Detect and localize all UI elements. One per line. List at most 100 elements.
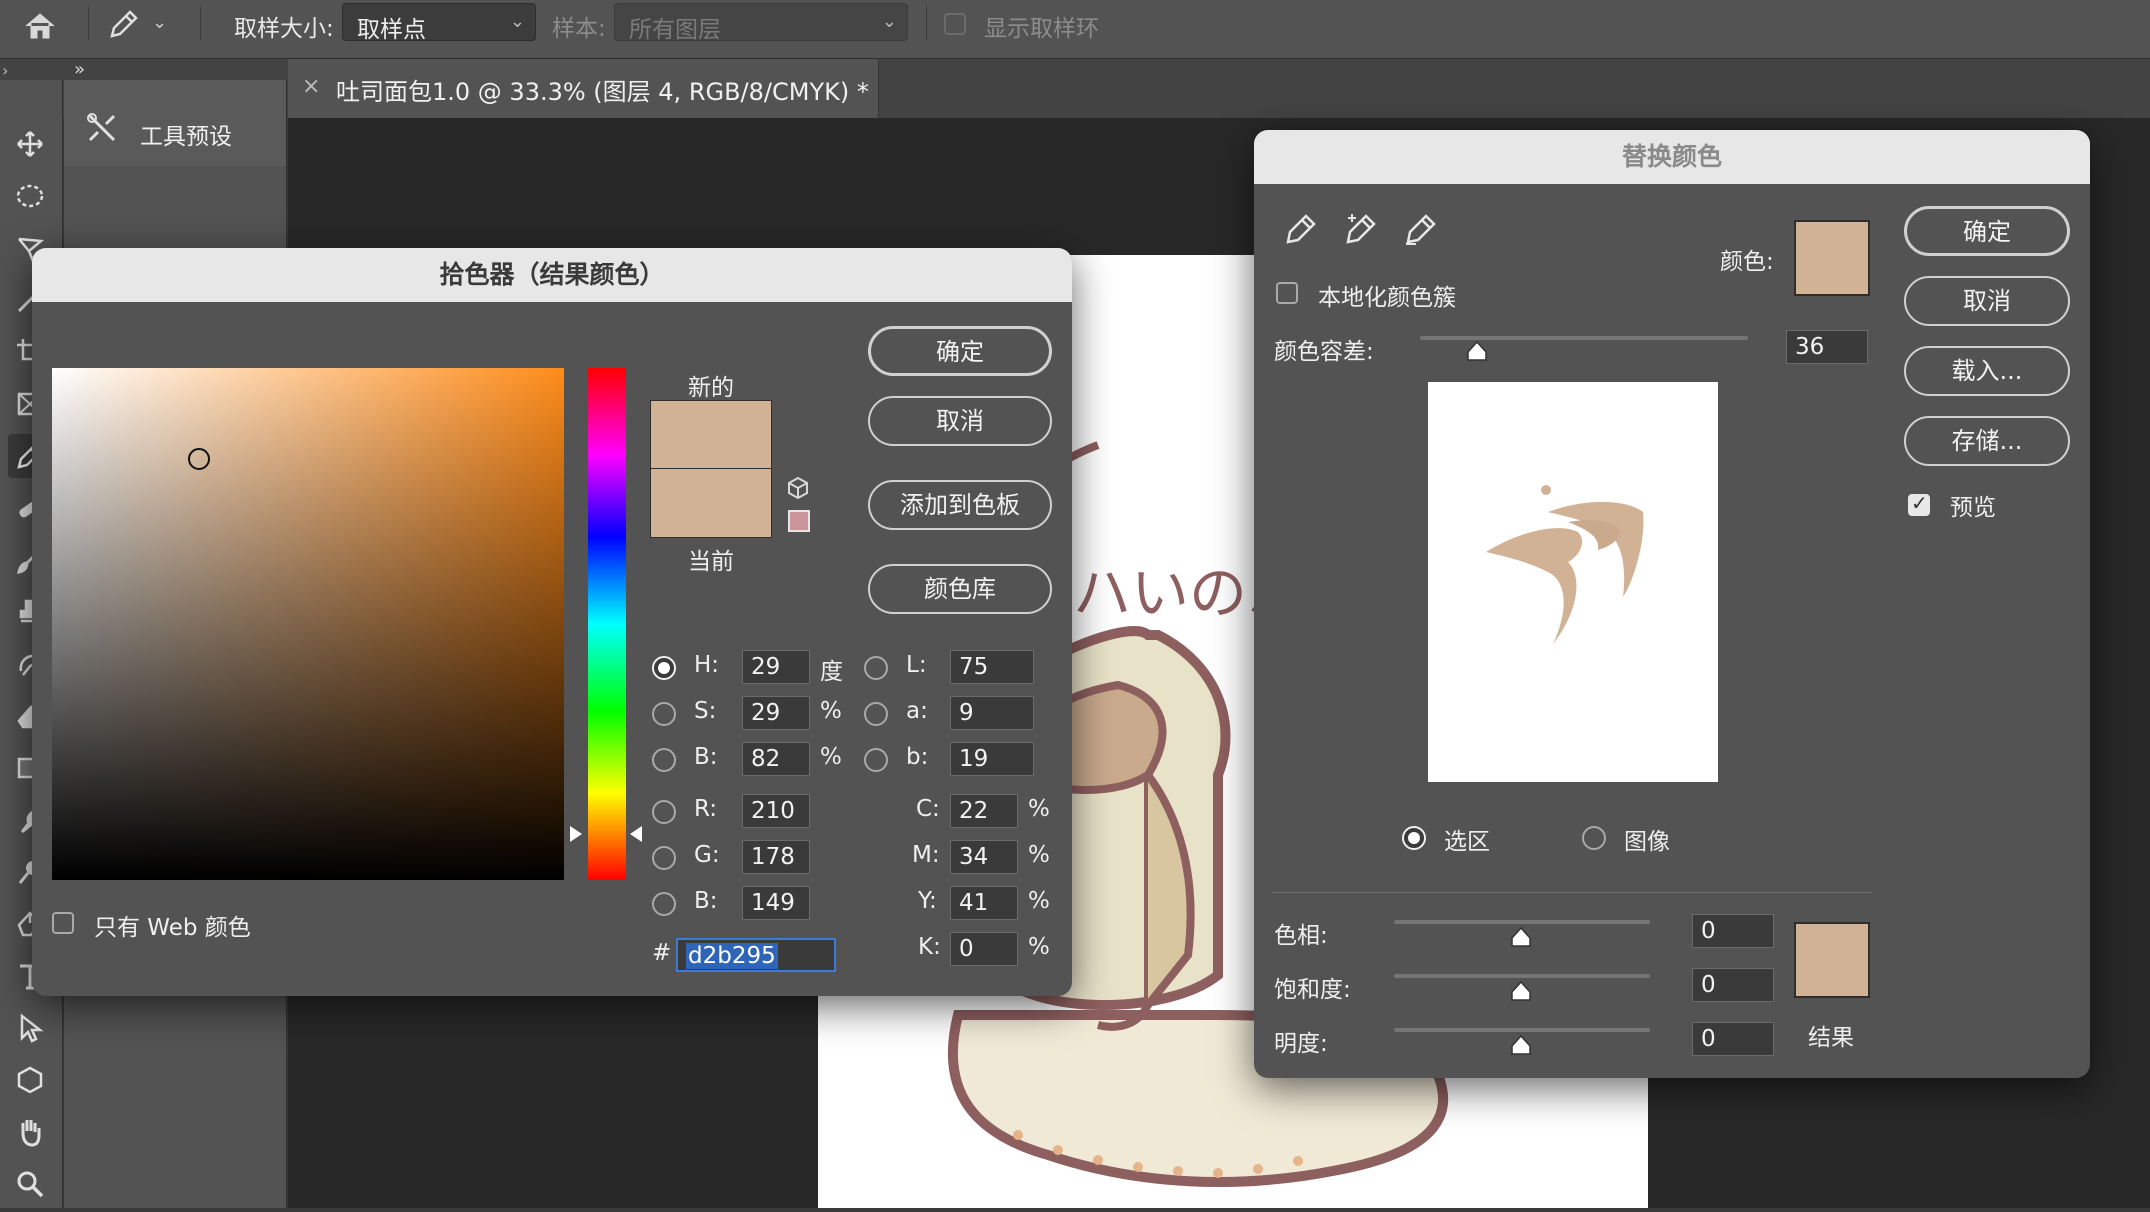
fuzziness-field[interactable]: 36 — [1786, 330, 1868, 364]
hex-field[interactable]: d2b295 — [676, 938, 836, 972]
web-colors-only-checkbox[interactable] — [52, 912, 74, 934]
marquee-tool-icon[interactable] — [8, 174, 52, 218]
hue-radio[interactable] — [652, 656, 676, 680]
magenta-field[interactable]: 34 — [950, 840, 1018, 874]
saturation-slider-thumb[interactable] — [1510, 980, 1532, 1002]
eyedropper-icon[interactable] — [1282, 212, 1318, 248]
gamut-warning-swatch[interactable] — [788, 510, 810, 532]
add-to-sample-eyedropper-icon[interactable] — [1342, 212, 1378, 248]
saturation-brightness-field[interactable] — [52, 368, 564, 880]
lab-b-field[interactable]: 19 — [950, 742, 1034, 776]
green-label: G: — [694, 842, 720, 868]
hue-slider-left-arrow-icon[interactable] — [570, 826, 582, 842]
saturation-radio[interactable] — [652, 702, 676, 726]
divider — [200, 6, 201, 40]
color-picker-cursor[interactable] — [188, 448, 210, 470]
lab-l-radio[interactable] — [864, 656, 888, 680]
cyan-field[interactable]: 22 — [950, 794, 1018, 828]
eyedropper-tool-icon[interactable] — [106, 8, 140, 42]
hue-slider-thumb[interactable] — [1510, 926, 1532, 948]
sample-label: 样本: — [552, 16, 606, 42]
preview-checkbox[interactable] — [1908, 491, 1930, 516]
red-field[interactable]: 210 — [742, 794, 810, 828]
current-color-swatch[interactable] — [650, 468, 772, 538]
lightness-field[interactable]: 0 — [1692, 1022, 1774, 1056]
saturation-slider-track[interactable] — [1394, 974, 1650, 978]
lab-a-radio[interactable] — [864, 702, 888, 726]
shape-tool-icon[interactable] — [8, 1058, 52, 1102]
lab-b-label: b: — [906, 744, 929, 770]
collapse-icon[interactable]: › — [2, 61, 8, 80]
saturation-field[interactable]: 0 — [1692, 968, 1774, 1002]
lab-l-field[interactable]: 75 — [950, 650, 1034, 684]
hue-unit: 度 — [820, 659, 843, 685]
new-color-swatch — [650, 400, 772, 470]
sample-size-select[interactable]: 取样点 ⌄ — [342, 3, 536, 43]
cancel-button[interactable]: 取消 — [1904, 276, 2070, 326]
magenta-label: M: — [912, 842, 940, 868]
selection-radio[interactable] — [1402, 826, 1426, 850]
out-of-gamut-cube-icon[interactable] — [786, 476, 810, 500]
home-icon[interactable] — [22, 8, 58, 44]
hue-slider-track[interactable] — [1394, 920, 1650, 924]
ok-button[interactable]: 确定 — [1904, 206, 2070, 256]
path-selection-icon[interactable] — [8, 1006, 52, 1050]
hue-slider[interactable] — [588, 368, 626, 880]
green-field[interactable]: 178 — [742, 840, 810, 874]
expand-panels-icon[interactable]: » — [74, 59, 85, 80]
lightness-label: 明度: — [1274, 1031, 1328, 1057]
panel-header[interactable]: 工具预设 — [64, 80, 286, 166]
result-label: 结果 — [1808, 1025, 1854, 1051]
lab-a-field[interactable]: 9 — [950, 696, 1034, 730]
hue-field[interactable]: 29 — [742, 650, 810, 684]
blue-radio[interactable] — [652, 892, 676, 916]
load-button[interactable]: 载入... — [1904, 346, 2070, 396]
document-tab[interactable]: × 吐司面包1.0 @ 33.3% (图层 4, RGB/8/CMYK) * — [288, 59, 879, 118]
preview-label: 预览 — [1950, 495, 1996, 521]
close-tab-icon[interactable]: × — [302, 74, 320, 99]
lightness-slider-thumb[interactable] — [1510, 1034, 1532, 1056]
lightness-slider-track[interactable] — [1394, 1028, 1650, 1032]
replace-color-title: 替换颜色 — [1254, 130, 2090, 184]
hue-slider-right-arrow-icon[interactable] — [630, 826, 642, 842]
fuzziness-label: 颜色容差: — [1274, 339, 1374, 365]
tool-preset-dropdown-chevron-icon[interactable]: ⌄ — [152, 12, 167, 33]
saturation-field[interactable]: 29 — [742, 696, 810, 730]
show-sampling-ring-checkbox[interactable] — [944, 13, 966, 35]
black-field[interactable]: 0 — [950, 932, 1018, 966]
chevron-down-icon: ⌄ — [881, 11, 897, 32]
cyan-unit: % — [1028, 796, 1050, 822]
selection-preview[interactable] — [1428, 382, 1718, 782]
lab-b-radio[interactable] — [864, 748, 888, 772]
subtract-from-sample-eyedropper-icon[interactable] — [1402, 212, 1438, 248]
result-color-swatch[interactable] — [1794, 922, 1870, 998]
yellow-field[interactable]: 41 — [950, 886, 1018, 920]
save-button[interactable]: 存储... — [1904, 416, 2070, 466]
chevron-down-icon: ⌄ — [509, 11, 525, 32]
tool-presets-icon — [84, 110, 120, 146]
selection-label: 选区 — [1444, 829, 1490, 855]
image-radio[interactable] — [1582, 826, 1606, 850]
blue-label: B: — [694, 888, 718, 914]
hand-tool-icon[interactable] — [8, 1110, 52, 1154]
fuzziness-slider-thumb[interactable] — [1466, 340, 1488, 362]
hue-field[interactable]: 0 — [1692, 914, 1774, 948]
move-tool-icon[interactable] — [8, 122, 52, 166]
red-label: R: — [694, 796, 718, 822]
sample-select[interactable]: 所有图层 ⌄ — [614, 3, 908, 43]
blue-field[interactable]: 149 — [742, 886, 810, 920]
red-radio[interactable] — [652, 800, 676, 824]
brightness-field[interactable]: 82 — [742, 742, 810, 776]
zoom-tool-icon[interactable] — [8, 1162, 52, 1206]
localized-color-clusters-checkbox[interactable] — [1276, 282, 1298, 304]
add-to-swatches-button[interactable]: 添加到色板 — [868, 480, 1052, 530]
green-radio[interactable] — [652, 846, 676, 870]
hue-label: 色相: — [1274, 923, 1328, 949]
cancel-button[interactable]: 取消 — [868, 396, 1052, 446]
color-libraries-button[interactable]: 颜色库 — [868, 564, 1052, 614]
saturation-label: S: — [694, 698, 717, 724]
ok-button[interactable]: 确定 — [868, 326, 1052, 376]
sample-color-swatch[interactable] — [1794, 220, 1870, 296]
brightness-radio[interactable] — [652, 748, 676, 772]
current-color-label: 当前 — [688, 549, 734, 575]
